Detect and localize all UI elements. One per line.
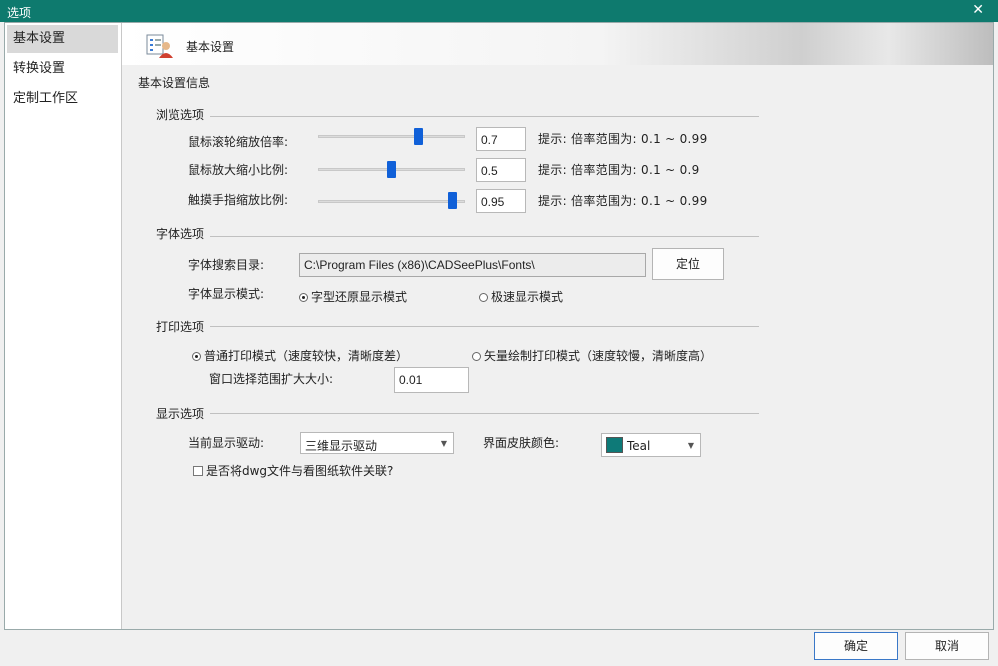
dwg-assoc-checkbox[interactable]: 是否将dwg文件与看图纸软件关联? — [193, 462, 393, 479]
radio-unchecked-icon — [472, 352, 481, 361]
radio-label: 普通打印模式（速度较快，清晰度差） — [204, 349, 409, 363]
pinch-zoom-slider-thumb[interactable] — [448, 192, 457, 209]
print-group-title: 打印选项 — [156, 320, 205, 334]
sidebar-item-label: 基本设置 — [13, 31, 66, 46]
settings-user-icon — [146, 34, 173, 58]
font-group-divider — [210, 236, 759, 237]
chevron-down-icon: ▼ — [440, 439, 447, 448]
font-group-title: 字体选项 — [156, 227, 205, 241]
title-bar: 选项 ✕ — [0, 0, 998, 22]
browse-group-divider — [210, 116, 759, 117]
locate-button[interactable]: 定位 — [652, 248, 724, 280]
sidebar-item-convert[interactable]: 转换设置 — [7, 55, 118, 83]
pinch-zoom-label: 触摸手指缩放比例: — [188, 193, 289, 207]
scale-ratio-label: 鼠标放大缩小比例: — [188, 163, 289, 177]
sidebar-item-label: 转换设置 — [13, 61, 66, 76]
skin-color-value: Teal — [627, 439, 651, 453]
color-swatch — [606, 437, 623, 453]
wheel-zoom-label: 鼠标滚轮缩放倍率: — [188, 135, 289, 149]
radio-label: 矢量绘制打印模式（速度较慢，清晰度高） — [484, 349, 713, 363]
dialog-footer: 确定 取消 — [5, 630, 993, 664]
scale-ratio-slider-thumb[interactable] — [387, 161, 396, 178]
checkbox-icon — [193, 466, 203, 476]
wheel-zoom-slider-thumb[interactable] — [414, 128, 423, 145]
display-driver-select[interactable]: 三维显示驱动 ▼ — [300, 432, 454, 454]
radio-label: 字型还原显示模式 — [311, 290, 408, 304]
chevron-down-icon: ▼ — [687, 441, 694, 450]
wheel-zoom-hint: 提示: 倍率范围为: 0.1 ~ 0.99 — [538, 132, 708, 146]
window-title: 选项 — [7, 6, 32, 20]
radio-checked-icon — [192, 352, 201, 361]
scale-ratio-hint: 提示: 倍率范围为: 0.1 ~ 0.9 — [538, 163, 700, 177]
close-icon[interactable]: ✕ — [972, 2, 984, 18]
section-header: 基本设置 — [122, 23, 993, 65]
print-mode-normal-radio[interactable]: 普通打印模式（速度较快，清晰度差） — [192, 347, 408, 364]
window-range-label: 窗口选择范围扩大大小: — [209, 372, 334, 386]
sidebar: 基本设置 转换设置 定制工作区 — [5, 23, 122, 629]
ok-button[interactable]: 确定 — [814, 632, 898, 660]
font-mode-label: 字体显示模式: — [188, 287, 265, 301]
print-mode-vector-radio[interactable]: 矢量绘制打印模式（速度较慢，清晰度高） — [472, 347, 712, 364]
pinch-zoom-input[interactable]: 0.95 — [476, 189, 526, 213]
display-group-divider — [210, 413, 759, 414]
skin-color-label: 界面皮肤颜色: — [483, 436, 560, 450]
font-mode-restore-radio[interactable]: 字型还原显示模式 — [299, 288, 407, 305]
sidebar-item-label: 定制工作区 — [13, 91, 79, 106]
sidebar-item-workspace[interactable]: 定制工作区 — [7, 85, 118, 113]
font-mode-fast-radio[interactable]: 极速显示模式 — [479, 288, 563, 305]
pinch-zoom-slider[interactable] — [318, 200, 465, 203]
font-dir-input[interactable]: C:\Program Files (x86)\CADSeePlus\Fonts\ — [299, 253, 646, 277]
wheel-zoom-input[interactable]: 0.7 — [476, 127, 526, 151]
pinch-zoom-hint: 提示: 倍率范围为: 0.1 ~ 0.99 — [538, 194, 708, 208]
scale-ratio-input[interactable]: 0.5 — [476, 158, 526, 182]
checkbox-label: 是否将dwg文件与看图纸软件关联? — [206, 464, 394, 478]
sidebar-item-basic[interactable]: 基本设置 — [7, 25, 118, 53]
browse-group-title: 浏览选项 — [156, 108, 205, 122]
window-range-input[interactable]: 0.01 — [394, 367, 469, 393]
section-info-label: 基本设置信息 — [138, 76, 211, 90]
print-group-divider — [210, 326, 759, 327]
skin-color-select[interactable]: Teal ▼ — [601, 433, 701, 457]
radio-checked-icon — [299, 293, 308, 302]
page-title: 基本设置 — [186, 40, 235, 54]
display-driver-value: 三维显示驱动 — [305, 439, 378, 453]
radio-unchecked-icon — [479, 293, 488, 302]
wheel-zoom-slider[interactable] — [318, 135, 465, 138]
display-driver-label: 当前显示驱动: — [188, 436, 265, 450]
radio-label: 极速显示模式 — [491, 290, 564, 304]
cancel-button[interactable]: 取消 — [905, 632, 989, 660]
font-dir-label: 字体搜索目录: — [188, 258, 265, 272]
display-group-title: 显示选项 — [156, 407, 205, 421]
